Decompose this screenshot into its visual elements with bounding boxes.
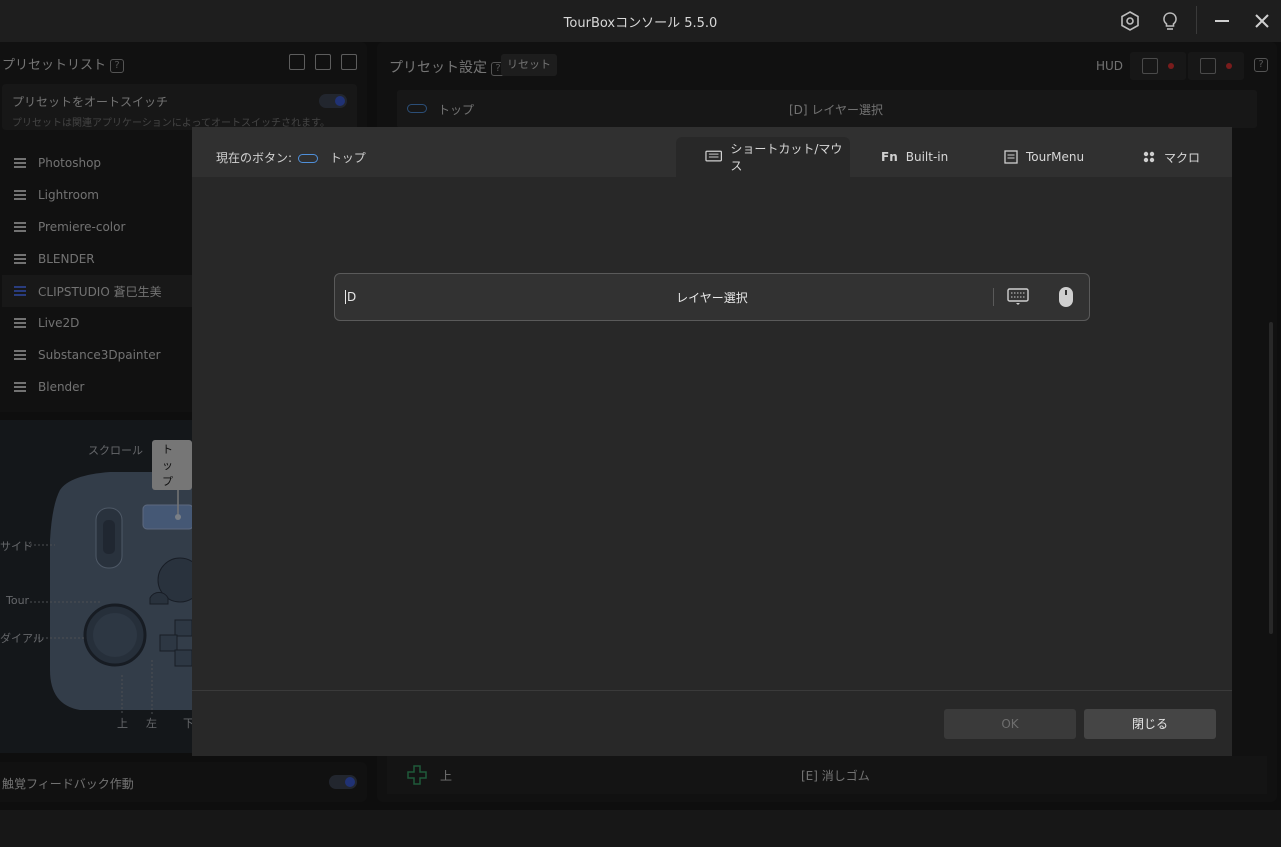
ok-button[interactable]: OK — [944, 709, 1076, 739]
top-button-icon — [297, 154, 318, 163]
button-assign-dialog: 現在のボタン: トップ ショートカット/マウス Fn Built-in Tour… — [192, 127, 1232, 756]
close-icon[interactable] — [1250, 9, 1274, 33]
dialog-header: 現在のボタン: トップ ショートカット/マウス Fn Built-in Tour… — [192, 127, 1232, 177]
keyboard-mouse-icon — [705, 150, 723, 162]
fn-icon: Fn — [881, 150, 898, 164]
title-bar: TourBoxコンソール 5.5.0 — [0, 0, 1281, 42]
tourmenu-icon — [1004, 150, 1018, 164]
lightbulb-icon[interactable] — [1158, 9, 1182, 33]
tab-label: Built-in — [905, 150, 949, 164]
divider — [993, 288, 994, 306]
tab-shortcut-mouse[interactable]: ショートカット/マウス — [676, 137, 850, 177]
title-separator — [1196, 6, 1197, 34]
window-title: TourBoxコンソール 5.5.0 — [563, 16, 718, 31]
keyboard-icon[interactable] — [1007, 288, 1029, 306]
current-button: 現在のボタン: トップ — [216, 149, 366, 166]
macro-icon — [1143, 151, 1155, 163]
tab-label: TourMenu — [1026, 150, 1085, 164]
tab-built-in[interactable]: Fn Built-in — [881, 137, 948, 177]
tab-tourmenu[interactable]: TourMenu — [1004, 137, 1084, 177]
minimize-icon[interactable] — [1210, 9, 1234, 33]
footer-divider — [192, 690, 1232, 691]
current-button-name: トップ — [329, 151, 366, 165]
settings-hex-icon[interactable] — [1118, 9, 1142, 33]
shortcut-input[interactable]: D レイヤー選択 — [334, 273, 1090, 321]
app-window: TourBoxコンソール 5.5.0 プリセットリスト? プリセットをオートスイ… — [0, 0, 1281, 847]
close-button[interactable]: 閉じる — [1084, 709, 1216, 739]
mouse-icon[interactable] — [1058, 286, 1074, 308]
tab-label: ショートカット/マウス — [730, 142, 843, 173]
shortcut-action-name[interactable]: レイヤー選択 — [335, 289, 1089, 306]
tab-label: マクロ — [1164, 150, 1201, 165]
tab-macro[interactable]: マクロ — [1142, 137, 1200, 177]
current-button-label: 現在のボタン: — [216, 151, 293, 165]
